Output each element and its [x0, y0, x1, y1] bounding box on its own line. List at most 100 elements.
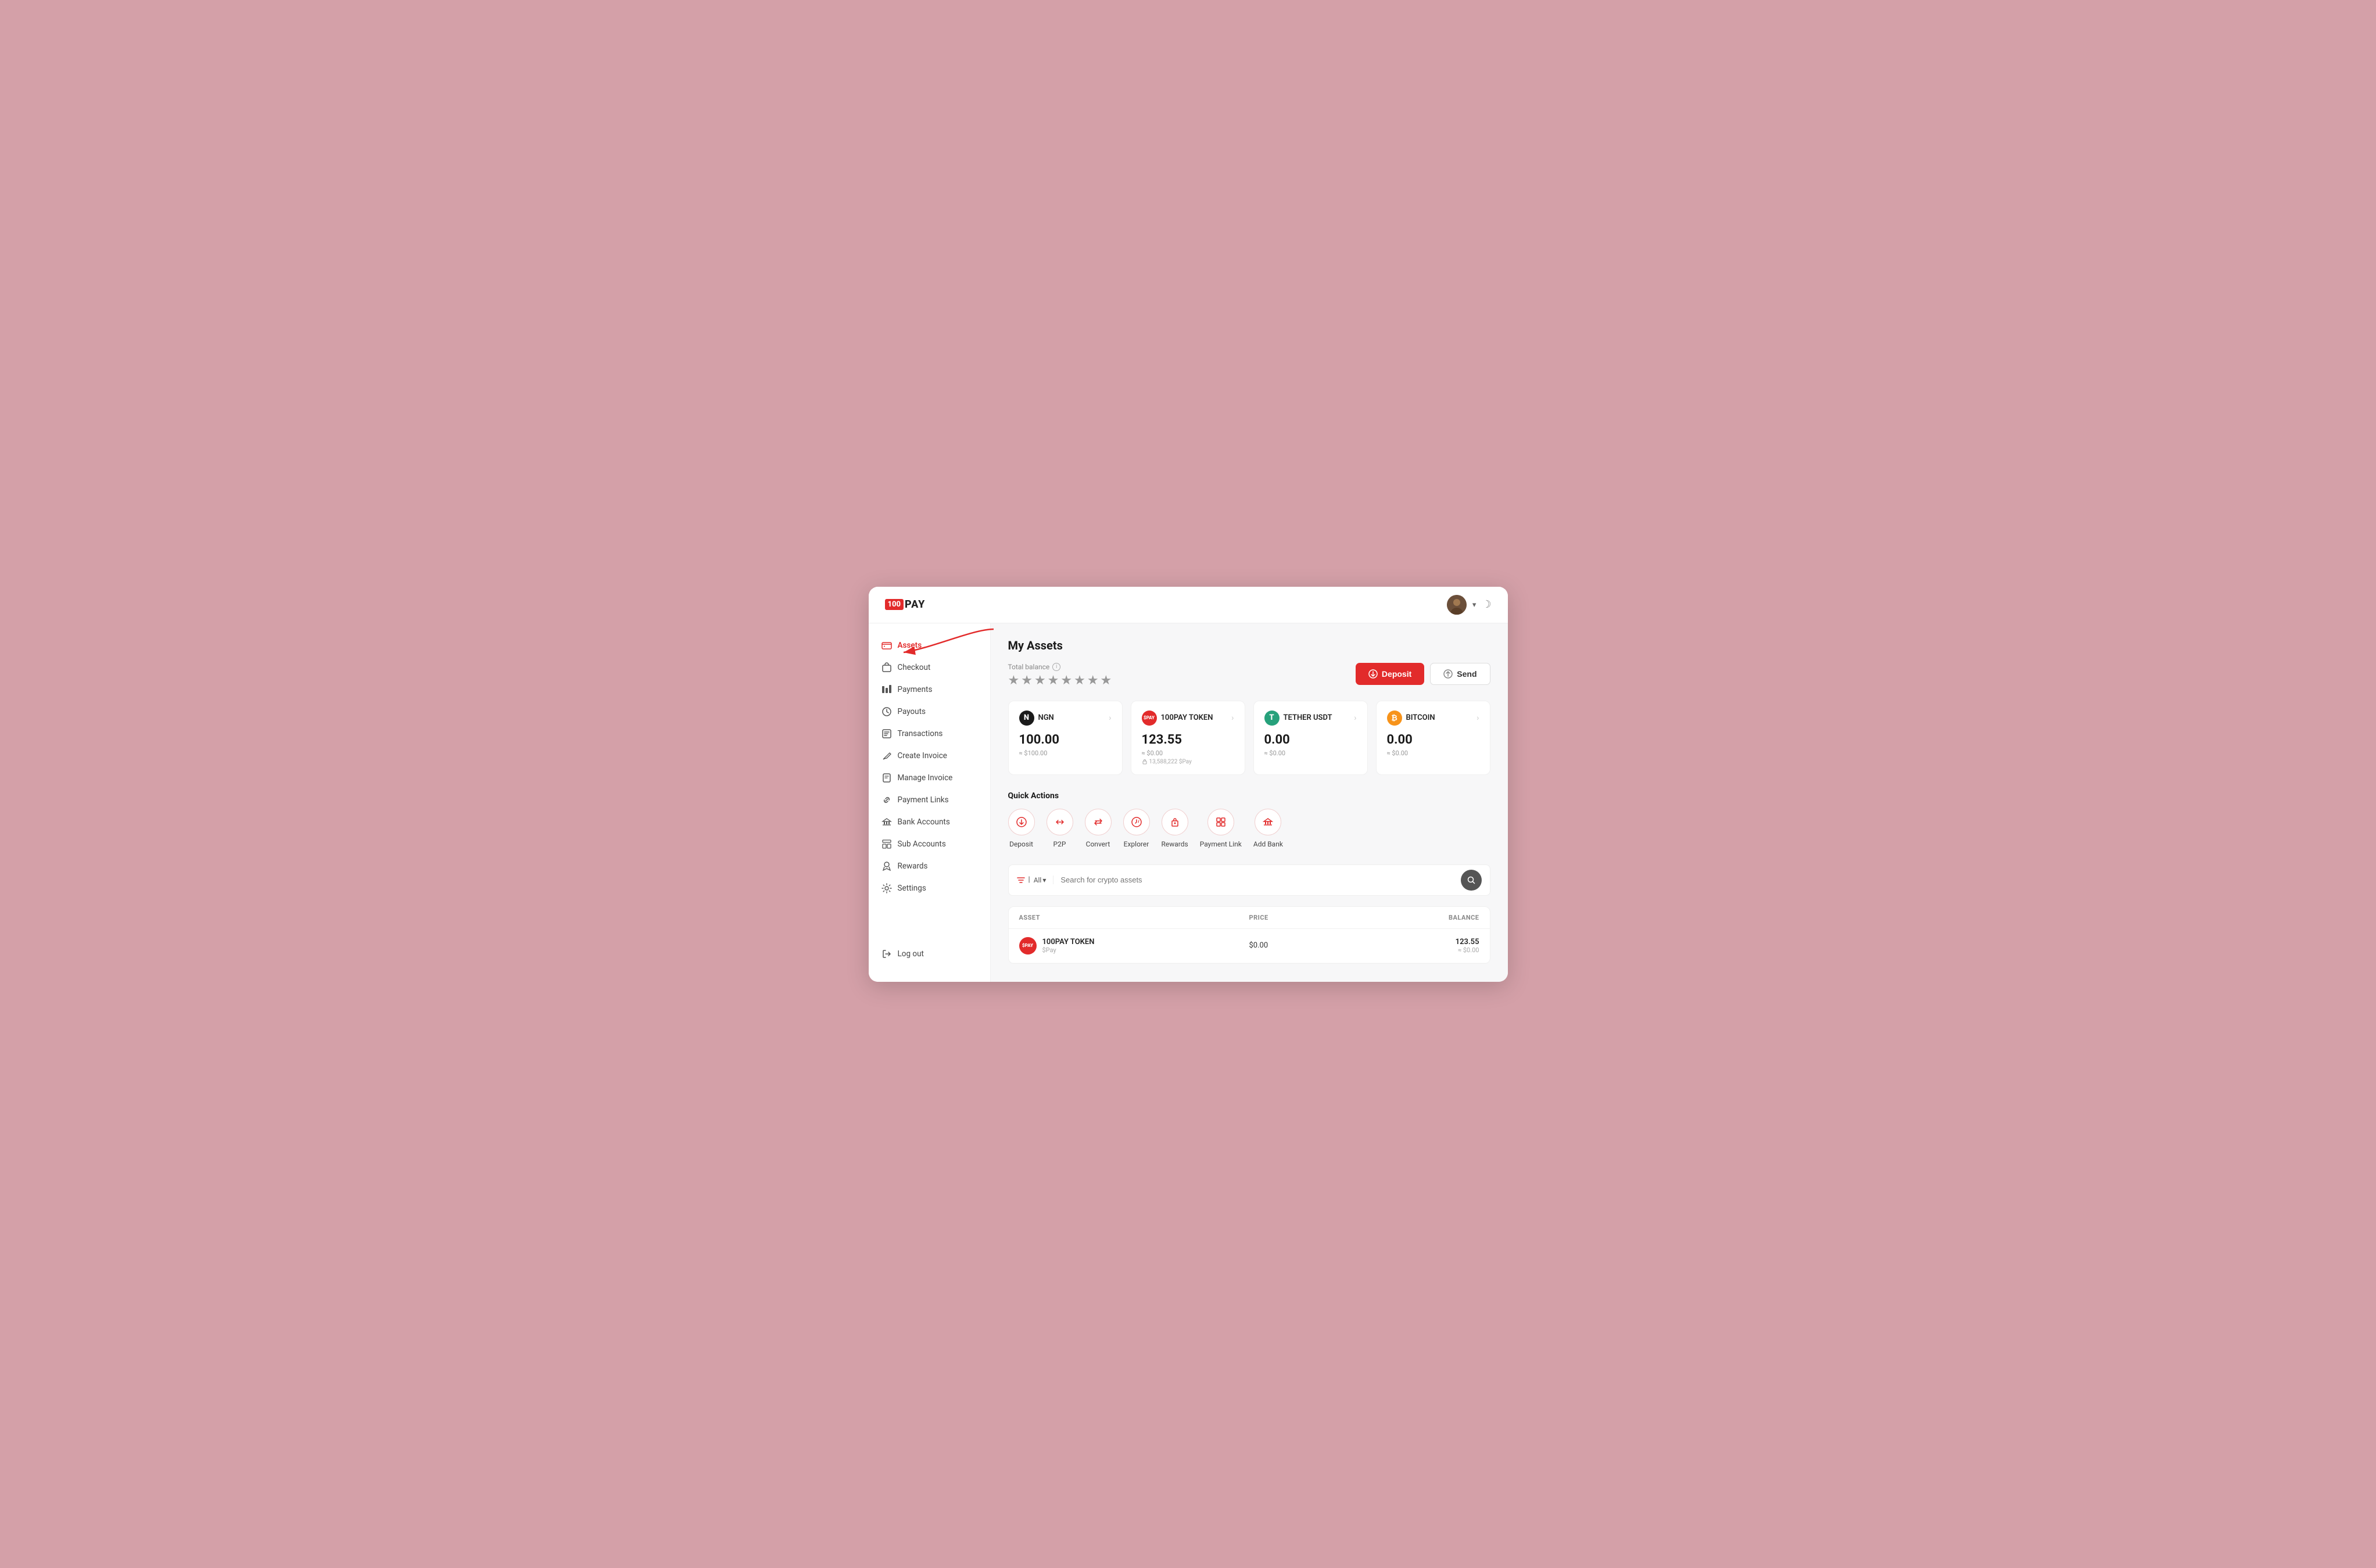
deposit-button[interactable]: Deposit: [1356, 663, 1424, 685]
table-header-balance: BALANCE: [1364, 914, 1479, 921]
avatar-image: [1447, 595, 1467, 615]
quick-actions-title: Quick Actions: [1008, 791, 1490, 801]
quick-action-deposit-label: Deposit: [1009, 840, 1033, 848]
sidebar: Assets Checkout: [869, 623, 991, 982]
header-dropdown-button[interactable]: ▾: [1472, 600, 1477, 609]
body-layout: Assets Checkout: [869, 623, 1508, 982]
sidebar-item-transactions[interactable]: Transactions: [869, 723, 990, 744]
filter-icon: [1017, 876, 1025, 884]
search-icon: [1467, 876, 1475, 884]
quick-action-add-bank[interactable]: Add Bank: [1253, 809, 1283, 848]
table-header: ASSET PRICE BALANCE: [1009, 907, 1490, 929]
quick-action-deposit-icon: [1008, 809, 1035, 835]
search-button[interactable]: [1461, 870, 1482, 891]
asset-card-ngn-name: N NGN: [1019, 711, 1054, 726]
sidebar-item-label-payments: Payments: [898, 685, 933, 694]
header-right: ▾ ☽: [1447, 595, 1492, 615]
search-input[interactable]: [1060, 876, 1456, 884]
avatar[interactable]: [1447, 595, 1467, 615]
theme-toggle-icon[interactable]: ☽: [1482, 598, 1491, 611]
balance-value: ★★★★★★★★: [1008, 673, 1114, 688]
balance-label: Total balance i: [1008, 663, 1114, 671]
100pay-usd: ≈ $0.00: [1142, 749, 1234, 757]
balance-section: Total balance i ★★★★★★★★: [1008, 663, 1114, 688]
quick-action-payment-link[interactable]: Payment Link: [1200, 809, 1242, 848]
asset-card-usdt-name: T TETHER USDT: [1264, 711, 1332, 726]
logout-button[interactable]: Log out: [881, 943, 977, 964]
sidebar-item-payments[interactable]: Payments: [869, 679, 990, 700]
quick-action-rewards[interactable]: Rewards: [1162, 809, 1188, 848]
usdt-usd: ≈ $0.00: [1264, 749, 1357, 757]
filter-section[interactable]: | All ▾: [1017, 876, 1054, 884]
quick-action-explorer-label: Explorer: [1124, 840, 1149, 848]
create-invoice-icon: [881, 751, 892, 761]
sidebar-item-settings[interactable]: Settings: [869, 878, 990, 899]
quick-action-add-bank-icon: [1255, 809, 1281, 835]
checkout-icon: [881, 662, 892, 673]
table-row[interactable]: $PAY 100PAY TOKEN $Pay $0.00 123.55 ≈ $0…: [1009, 929, 1490, 963]
logo: 100 PAY: [885, 598, 926, 611]
sidebar-item-rewards[interactable]: Rewards: [869, 856, 990, 877]
100pay-amount: 123.55: [1142, 733, 1234, 747]
send-button[interactable]: Send: [1430, 663, 1490, 685]
quick-actions: Deposit P2P Conver: [1008, 809, 1490, 848]
asset-card-btc[interactable]: ₿ BITCOIN › 0.00 ≈ $0.00: [1376, 701, 1490, 775]
asset-card-100pay-header: $PAY 100PAY TOKEN ›: [1142, 711, 1234, 726]
sidebar-item-label-manage-invoice: Manage Invoice: [898, 773, 953, 783]
100pay-logo: $PAY: [1142, 711, 1157, 726]
quick-action-convert[interactable]: Convert: [1085, 809, 1112, 848]
quick-action-explorer[interactable]: Explorer: [1123, 809, 1150, 848]
ngn-card-arrow: ›: [1109, 713, 1111, 723]
balance-info-icon[interactable]: i: [1052, 663, 1060, 671]
page-title: My Assets: [1008, 638, 1490, 652]
quick-action-rewards-label: Rewards: [1162, 840, 1188, 848]
sidebar-item-payouts[interactable]: Payouts: [869, 701, 990, 722]
quick-action-explorer-icon: [1123, 809, 1150, 835]
btc-usd: ≈ $0.00: [1387, 749, 1479, 757]
table-100pay-logo: $PAY: [1019, 937, 1037, 955]
sidebar-item-label-sub-accounts: Sub Accounts: [898, 839, 946, 849]
usdt-amount: 0.00: [1264, 733, 1357, 747]
asset-card-usdt-header: T TETHER USDT ›: [1264, 711, 1357, 726]
quick-action-p2p[interactable]: P2P: [1047, 809, 1073, 848]
sidebar-footer: Log out: [869, 943, 990, 970]
sidebar-item-label-payment-links: Payment Links: [898, 795, 949, 805]
table-asset-info: 100PAY TOKEN $Pay: [1042, 938, 1095, 954]
sidebar-item-bank-accounts[interactable]: Bank Accounts: [869, 812, 990, 833]
ngn-usd: ≈ $100.00: [1019, 749, 1112, 757]
table-balance-usd: ≈ $0.00: [1364, 946, 1479, 954]
asset-card-100pay[interactable]: $PAY 100PAY TOKEN › 123.55 ≈ $0.00 13,58…: [1131, 701, 1245, 775]
sidebar-item-assets[interactable]: Assets: [869, 635, 990, 656]
table-asset-cell: $PAY 100PAY TOKEN $Pay: [1019, 937, 1249, 955]
quick-action-add-bank-label: Add Bank: [1253, 840, 1283, 848]
header: 100 PAY ▾ ☽: [869, 587, 1508, 623]
logout-icon: [881, 949, 892, 959]
quick-action-payment-link-label: Payment Link: [1200, 840, 1242, 848]
asset-cards: N NGN › 100.00 ≈ $100.00 $PAY 100PAY TOK…: [1008, 701, 1490, 775]
ngn-logo: N: [1019, 711, 1034, 726]
assets-icon: [881, 640, 892, 651]
quick-action-convert-label: Convert: [1086, 840, 1110, 848]
asset-card-usdt[interactable]: T TETHER USDT › 0.00 ≈ $0.00: [1253, 701, 1368, 775]
filter-dropdown[interactable]: All ▾: [1034, 876, 1047, 884]
table-header-asset: ASSET: [1019, 914, 1249, 921]
asset-card-ngn[interactable]: N NGN › 100.00 ≈ $100.00: [1008, 701, 1123, 775]
sidebar-item-checkout[interactable]: Checkout: [869, 657, 990, 678]
ngn-amount: 100.00: [1019, 733, 1112, 747]
deposit-icon: [1368, 669, 1378, 679]
sidebar-item-label-assets: Assets: [898, 641, 922, 650]
quick-action-deposit[interactable]: Deposit: [1008, 809, 1035, 848]
sidebar-item-payment-links[interactable]: Payment Links: [869, 790, 990, 810]
app-window: 100 PAY ▾ ☽: [869, 587, 1508, 982]
sidebar-item-sub-accounts[interactable]: Sub Accounts: [869, 834, 990, 855]
sidebar-item-label-settings: Settings: [898, 884, 926, 893]
sidebar-item-label-rewards: Rewards: [898, 862, 928, 871]
sidebar-nav: Assets Checkout: [869, 635, 990, 899]
send-icon: [1443, 669, 1453, 679]
filter-chevron-icon: ▾: [1042, 876, 1046, 884]
sidebar-item-create-invoice[interactable]: Create Invoice: [869, 745, 990, 766]
arrow-annotation-container: Assets: [869, 635, 990, 656]
table-price: $0.00: [1249, 941, 1364, 950]
sidebar-item-manage-invoice[interactable]: Manage Invoice: [869, 767, 990, 788]
btc-amount: 0.00: [1387, 733, 1479, 747]
